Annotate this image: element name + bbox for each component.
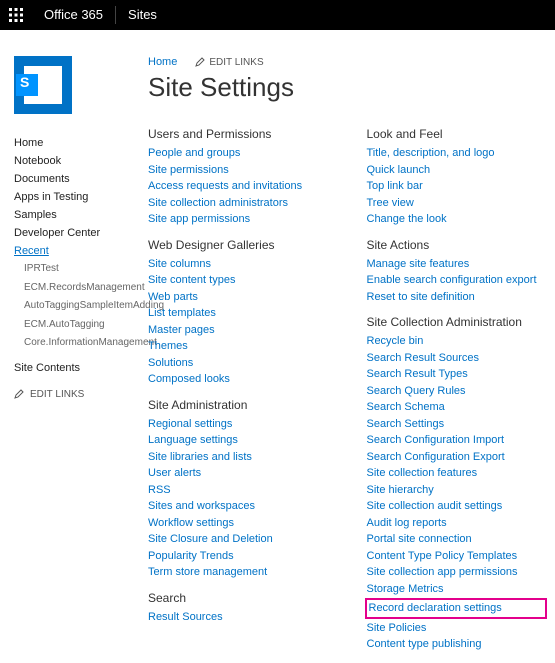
breadcrumb-row: Home EDIT LINKS <box>148 38 545 72</box>
settings-heading: Look and Feel <box>367 127 546 141</box>
suite-office365[interactable]: Office 365 <box>32 0 115 30</box>
ql-recent-item[interactable]: AutoTaggingSampleItemAdding <box>24 297 140 316</box>
settings-link[interactable]: Site collection features <box>367 465 546 482</box>
settings-link[interactable]: Content Type Policy Templates <box>367 548 546 565</box>
settings-link[interactable]: Site collection app permissions <box>367 564 546 581</box>
ql-home[interactable]: Home <box>14 134 140 152</box>
settings-link[interactable]: Search Configuration Export <box>367 449 546 466</box>
settings-heading: Users and Permissions <box>148 127 327 141</box>
suite-sites[interactable]: Sites <box>116 0 169 30</box>
settings-link[interactable]: Themes <box>148 338 327 355</box>
ql-recent-item[interactable]: IPRTest <box>24 260 140 279</box>
settings-link[interactable]: People and groups <box>148 145 327 162</box>
settings-link[interactable]: User alerts <box>148 465 327 482</box>
settings-link[interactable]: Recycle bin <box>367 333 546 350</box>
settings-link[interactable]: List templates <box>148 305 327 322</box>
settings-link[interactable]: Site content types <box>148 272 327 289</box>
settings-link[interactable]: Search Result Types <box>367 366 546 383</box>
settings-heading: Site Actions <box>367 238 546 252</box>
settings-link[interactable]: Composed looks <box>148 371 327 388</box>
settings-link[interactable]: Audit log reports <box>367 515 546 532</box>
settings-link[interactable]: Site collection administrators <box>148 195 327 212</box>
ql-recent-item[interactable]: ECM.AutoTagging <box>24 316 140 335</box>
settings-link[interactable]: Search Result Sources <box>367 350 546 367</box>
ql-edit-links[interactable]: EDIT LINKS <box>14 377 140 400</box>
settings-link[interactable]: Site libraries and lists <box>148 449 327 466</box>
ql-recent-item[interactable]: Core.InformationManagement <box>24 334 140 353</box>
settings-link[interactable]: Site Policies <box>367 620 546 637</box>
settings-link[interactable]: Language settings <box>148 432 327 449</box>
settings-link[interactable]: Site permissions <box>148 162 327 179</box>
settings-link[interactable]: Sites and workspaces <box>148 498 327 515</box>
quick-launch: S Home Notebook Documents Apps in Testin… <box>0 38 148 663</box>
suite-bar: Office 365 Sites <box>0 0 555 30</box>
main-area: Home EDIT LINKS Site Settings Users and … <box>148 38 555 663</box>
settings-link[interactable]: Regional settings <box>148 416 327 433</box>
settings-link[interactable]: Site app permissions <box>148 211 327 228</box>
settings-link[interactable]: Popularity Trends <box>148 548 327 565</box>
settings-heading: Search <box>148 591 327 605</box>
settings-link[interactable]: Portal site connection <box>367 531 546 548</box>
settings-link[interactable]: Master pages <box>148 322 327 339</box>
settings-heading: Web Designer Galleries <box>148 238 327 252</box>
settings-link[interactable]: RSS <box>148 482 327 499</box>
ql-developer-center[interactable]: Developer Center <box>14 224 140 242</box>
app-launcher-icon[interactable] <box>0 0 32 30</box>
ql-documents[interactable]: Documents <box>14 170 140 188</box>
settings-link[interactable]: Title, description, and logo <box>367 145 546 162</box>
settings-link[interactable]: Site collection audit settings <box>367 498 546 515</box>
ql-site-contents[interactable]: Site Contents <box>14 359 140 377</box>
ql-notebook[interactable]: Notebook <box>14 152 140 170</box>
settings-link[interactable]: Term store management <box>148 564 327 581</box>
settings-link[interactable]: Solutions <box>148 355 327 372</box>
settings-link[interactable]: Top link bar <box>367 178 546 195</box>
pencil-icon <box>195 57 205 67</box>
settings-link[interactable]: Search Settings <box>367 416 546 433</box>
settings-col-left: Users and PermissionsPeople and groupsSi… <box>148 117 327 653</box>
page-title: Site Settings <box>148 72 545 117</box>
settings-link[interactable]: Search Query Rules <box>367 383 546 400</box>
settings-link[interactable]: Reset to site definition <box>367 289 546 306</box>
breadcrumb-edit-links[interactable]: EDIT LINKS <box>195 57 263 68</box>
settings-heading: Site Collection Administration <box>367 315 546 329</box>
settings-link[interactable]: Storage Metrics <box>367 581 546 598</box>
ql-recent-item[interactable]: ECM.RecordsManagement <box>24 279 140 298</box>
settings-link[interactable]: Tree view <box>367 195 546 212</box>
breadcrumb-edit-links-label: EDIT LINKS <box>209 57 263 68</box>
ql-apps-in-testing[interactable]: Apps in Testing <box>14 188 140 206</box>
settings-link[interactable]: Workflow settings <box>148 515 327 532</box>
settings-link[interactable]: Site Closure and Deletion <box>148 531 327 548</box>
ql-recent-header[interactable]: Recent <box>14 242 140 260</box>
settings-link[interactable]: Content type publishing <box>367 636 546 653</box>
breadcrumb-home[interactable]: Home <box>148 56 177 68</box>
settings-link[interactable]: Result Sources <box>148 609 327 626</box>
pencil-icon <box>14 389 24 399</box>
settings-link[interactable]: Search Configuration Import <box>367 432 546 449</box>
settings-columns: Users and PermissionsPeople and groupsSi… <box>148 117 545 653</box>
ql-recent-list: IPRTest ECM.RecordsManagement AutoTaggin… <box>14 260 140 353</box>
settings-link[interactable]: Enable search configuration export <box>367 272 546 289</box>
site-logo[interactable]: S <box>14 56 72 114</box>
ql-edit-links-label: EDIT LINKS <box>30 389 84 400</box>
settings-link[interactable]: Change the look <box>367 211 546 228</box>
settings-link[interactable]: Quick launch <box>367 162 546 179</box>
settings-link[interactable]: Site columns <box>148 256 327 273</box>
site-logo-letter: S <box>20 74 29 90</box>
settings-link[interactable]: Search Schema <box>367 399 546 416</box>
settings-link[interactable]: Manage site features <box>367 256 546 273</box>
settings-link[interactable]: Web parts <box>148 289 327 306</box>
settings-link[interactable]: Access requests and invitations <box>148 178 327 195</box>
settings-link[interactable]: Site hierarchy <box>367 482 546 499</box>
settings-col-right: Look and Feel Title, description, and log… <box>367 117 546 653</box>
settings-heading: Site Administration <box>148 398 327 412</box>
settings-link[interactable]: Record declaration settings <box>365 598 548 619</box>
ql-samples[interactable]: Samples <box>14 206 140 224</box>
